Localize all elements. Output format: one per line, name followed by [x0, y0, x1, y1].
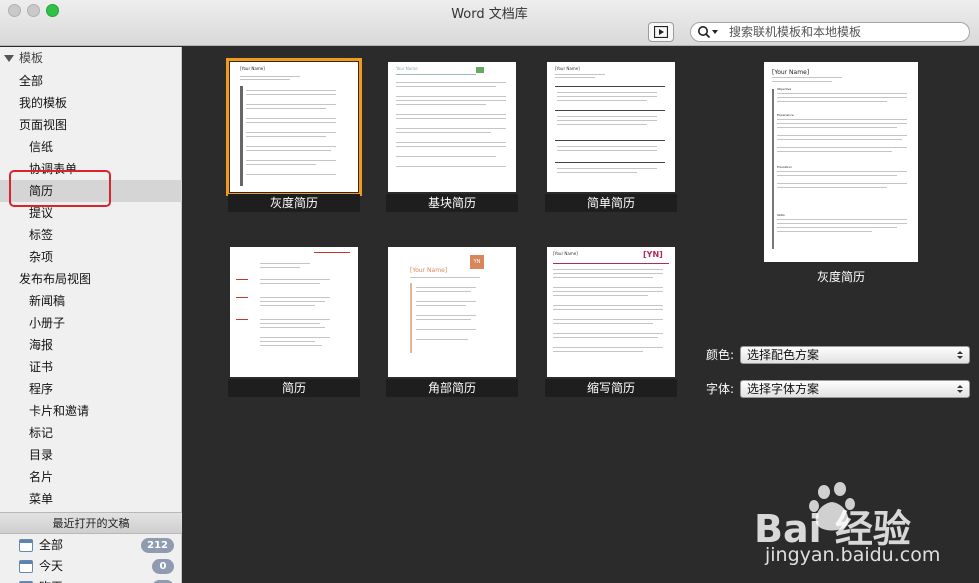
sidebar-item-business-cards[interactable]: 名片	[0, 466, 182, 488]
title-bar: Word 文档库	[0, 0, 979, 46]
sidebar-item-catalogs[interactable]: 目录	[0, 444, 182, 466]
template-name: 简历	[228, 379, 360, 397]
sidebar-item-programs[interactable]: 程序	[0, 378, 182, 400]
sidebar-item-publishing-layout[interactable]: 发布布局视图	[0, 268, 182, 290]
recent-documents-header: 最近打开的文稿	[0, 512, 182, 534]
color-label: 颜色:	[706, 348, 735, 362]
sidebar: 模板 全部 我的模板 页面视图 信纸 协调表单 简历 提议 标签 杂项 发布布局…	[0, 47, 182, 583]
template-thumbnail[interactable]: [Your Name]	[547, 62, 675, 192]
template-name: 简单简历	[545, 194, 677, 212]
sidebar-item-cards-invitations[interactable]: 卡片和邀请	[0, 400, 182, 422]
watermark-url: jingyan.baidu.com	[765, 544, 941, 566]
preview-section-experience: Experience	[777, 113, 794, 117]
select-arrows-icon	[957, 351, 963, 359]
preview-heading: [Your Name]	[772, 69, 810, 76]
recent-item-label: 全部	[39, 538, 64, 552]
template-name: 缩写简历	[545, 379, 677, 397]
search-input[interactable]	[729, 24, 965, 40]
window-title: Word 文档库	[451, 7, 528, 22]
search-icon[interactable]	[697, 25, 723, 39]
template-thumbnail[interactable]	[230, 247, 358, 377]
template-preview: [Your Name] Objective Experience Educati…	[764, 62, 918, 262]
calendar-icon	[19, 560, 33, 573]
sidebar-item-my-templates[interactable]: 我的模板	[0, 92, 182, 114]
template-thumbnail[interactable]: YN [Your Name]	[388, 247, 516, 377]
preview-section-education: Education	[777, 165, 792, 169]
calendar-icon	[19, 539, 33, 552]
sidebar-item-stationery[interactable]: 信纸	[0, 136, 182, 158]
select-arrows-icon	[957, 385, 963, 393]
sidebar-item-brochures[interactable]: 小册子	[0, 312, 182, 334]
thumb-heading: [Your Name]	[555, 66, 580, 71]
thumb-heading: [Your Name]	[553, 251, 578, 256]
preview-section-skills: Skills	[777, 213, 785, 217]
color-scheme-select[interactable]: 选择配色方案	[740, 346, 970, 364]
annotation-highlight-box	[9, 170, 111, 207]
count-badge: 212	[141, 538, 174, 553]
recent-item-yesterday[interactable]: 昨天 4	[0, 577, 182, 583]
template-name: 灰度简历	[228, 194, 360, 212]
sidebar-item-miscellaneous[interactable]: 杂项	[0, 246, 182, 268]
sidebar-item-labels[interactable]: 标签	[0, 224, 182, 246]
thumb-heading: Your Name	[396, 66, 418, 71]
preview-toggle-button[interactable]	[648, 22, 674, 42]
initials-tag: [YN]	[643, 250, 663, 259]
template-name: 角部简历	[386, 379, 518, 397]
sidebar-item-posters[interactable]: 海报	[0, 334, 182, 356]
sidebar-item-all[interactable]: 全部	[0, 70, 182, 92]
font-scheme-select[interactable]: 选择字体方案	[740, 380, 970, 398]
templates-section-label: 模板	[19, 51, 44, 65]
preview-section-objective: Objective	[777, 87, 792, 91]
play-icon	[654, 26, 668, 38]
template-thumbnail[interactable]: [Your Name] [YN]	[547, 247, 675, 377]
template-thumbnail[interactable]: Your Name	[388, 62, 516, 192]
template-name: 基块简历	[386, 194, 518, 212]
sidebar-item-newsletters[interactable]: 新闻稿	[0, 290, 182, 312]
recent-item-label: 今天	[39, 559, 64, 573]
color-scheme-value: 选择配色方案	[747, 348, 820, 362]
corner-tag: YN	[470, 255, 484, 269]
template-thumbnail[interactable]: [Your Name]	[226, 58, 362, 196]
thumb-heading: [Your Name]	[410, 267, 448, 274]
font-label: 字体:	[706, 382, 735, 396]
disclosure-triangle-icon[interactable]	[4, 55, 14, 62]
sidebar-item-page-view[interactable]: 页面视图	[0, 114, 182, 136]
sidebar-item-menus[interactable]: 菜单	[0, 488, 182, 510]
sidebar-item-certificates[interactable]: 证书	[0, 356, 182, 378]
preview-template-name: 灰度简历	[816, 270, 865, 284]
sidebar-item-signs[interactable]: 标记	[0, 422, 182, 444]
recent-item-today[interactable]: 今天 0	[0, 556, 182, 577]
recent-item-all[interactable]: 全部 212	[0, 535, 182, 556]
templates-section-header[interactable]: 模板	[0, 47, 182, 69]
search-field[interactable]	[690, 22, 970, 42]
count-badge: 0	[152, 559, 174, 574]
thumb-heading: [Your Name]	[240, 66, 265, 71]
font-scheme-value: 选择字体方案	[747, 382, 820, 396]
